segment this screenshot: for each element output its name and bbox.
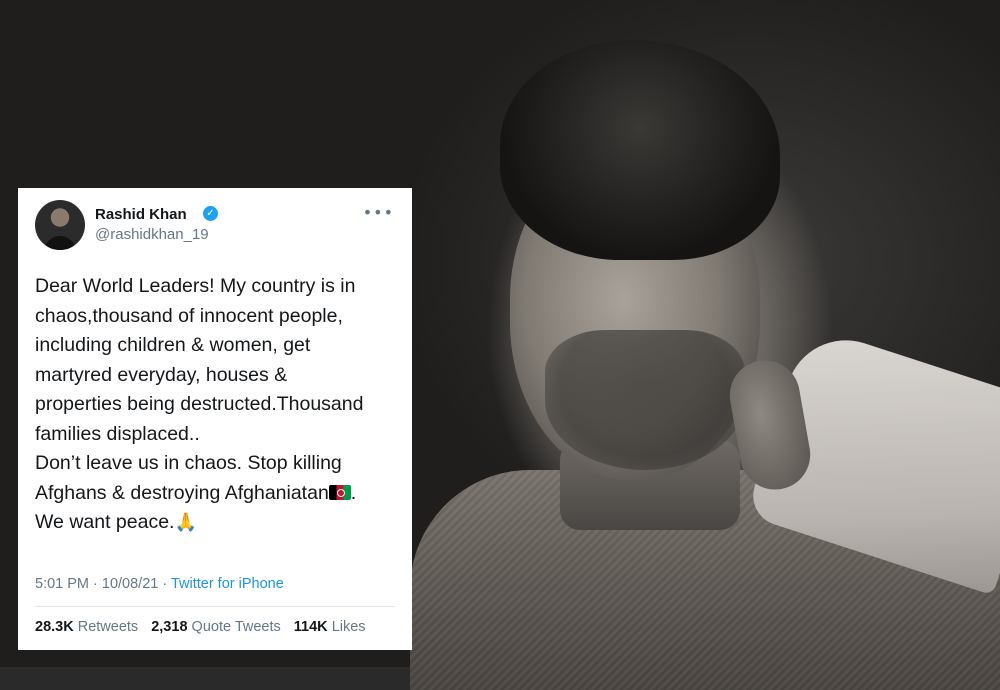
player-beard xyxy=(545,330,745,470)
tweet-line: Don’t leave us in chaos. Stop killing xyxy=(35,452,342,474)
afghanistan-flag-icon xyxy=(328,484,351,500)
retweets-stat[interactable]: 28.3K Retweets xyxy=(35,619,138,635)
tweet-line: We want peace.🙏 xyxy=(35,508,403,538)
tweet-header: Rashid Khan ✓ @rashidkhan_19 ••• xyxy=(35,200,398,252)
tweet-line: chaos,thousand of innocent people, xyxy=(35,304,343,327)
likes-count: 114K xyxy=(293,619,328,635)
tweet-line-text: Afghans & destroying Afghaniatan xyxy=(35,481,329,504)
player-hair xyxy=(500,40,780,260)
quotes-count: 2,318 xyxy=(151,619,188,635)
tweet-line: Dear World Leaders! My country is in xyxy=(35,275,356,297)
author-handle[interactable]: @rashidkhan_19 xyxy=(95,226,209,243)
tweet-line-suffix: . xyxy=(350,481,357,504)
tweet-line-text: We want peace. xyxy=(35,511,175,533)
likes-stat[interactable]: 114K Likes xyxy=(294,619,366,635)
retweets-count: 28.3K xyxy=(35,619,74,635)
tweet-card: Rashid Khan ✓ @rashidkhan_19 ••• Dear Wo… xyxy=(18,188,412,650)
tweet-text: Dear World Leaders! My country is in cha… xyxy=(35,272,403,538)
quotes-label: Quote Tweets xyxy=(191,619,281,635)
tweet-timestamp[interactable]: 5:01 PM · 10/08/21 · xyxy=(35,576,171,592)
divider xyxy=(35,606,395,607)
retweets-label: Retweets xyxy=(77,619,139,635)
tweet-line: including children & women, get xyxy=(35,334,311,356)
more-options-icon[interactable]: ••• xyxy=(363,205,394,221)
tweet-source-link[interactable]: Twitter for iPhone xyxy=(171,576,284,592)
tweet-line: Afghans & destroying Afghaniatan. xyxy=(35,479,403,509)
tweet-stats: 28.3K Retweets 2,318 Quote Tweets 114K L… xyxy=(35,619,375,635)
tweet-line: martyred everyday, houses & xyxy=(35,363,288,386)
quote-tweets-stat[interactable]: 2,318 Quote Tweets xyxy=(151,619,281,635)
avatar[interactable] xyxy=(35,200,85,250)
praying-hands-icon: 🙏 xyxy=(174,512,197,533)
tweet-line: families displaced.. xyxy=(35,422,200,445)
verified-badge-icon: ✓ xyxy=(203,206,218,221)
likes-label: Likes xyxy=(331,619,366,635)
tweet-line: properties being destructed.Thousand xyxy=(35,393,364,415)
author-name[interactable]: Rashid Khan xyxy=(95,206,187,223)
tweet-meta: 5:01 PM · 10/08/21 · Twitter for iPhone xyxy=(35,576,284,592)
